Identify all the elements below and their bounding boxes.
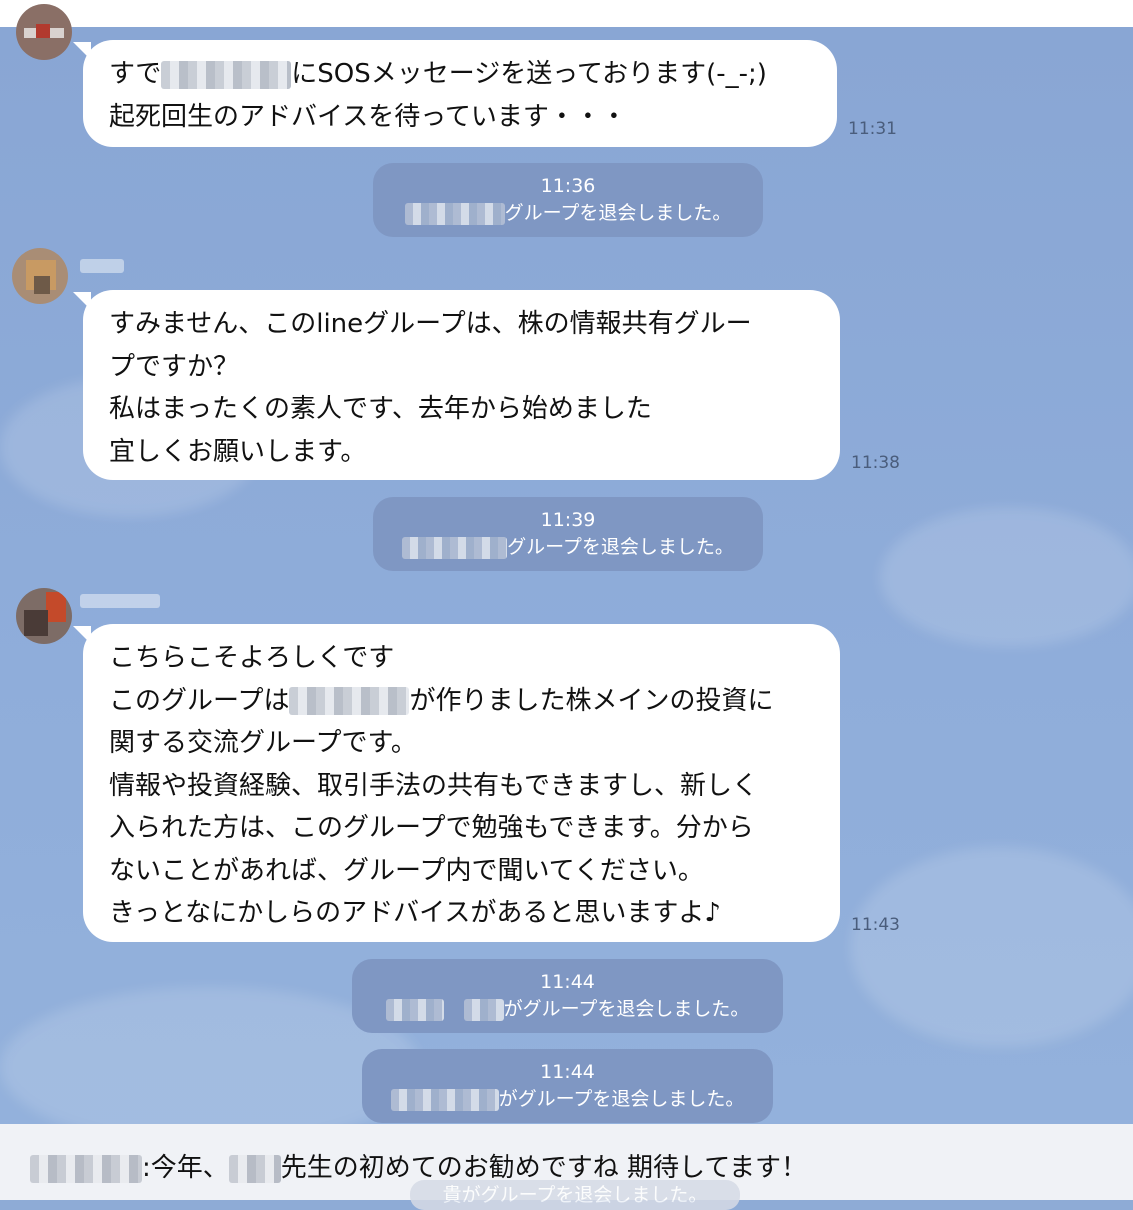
avatar[interactable]: [16, 588, 72, 644]
system-event-time: 11:36: [540, 175, 596, 197]
redacted-name: [404, 202, 505, 225]
system-event-text: がグループを退会しました。: [352, 996, 783, 1023]
background-cloud: [850, 847, 1133, 1047]
system-event-time: 11:44: [540, 971, 595, 993]
message-time: 11:31: [848, 119, 897, 139]
announcement-text: :今年、 先生の初めてのお勧めですね 期待してます！: [30, 1147, 807, 1184]
avatar[interactable]: [12, 248, 68, 304]
message-line: プですか？: [109, 351, 240, 382]
ghost-system-event: 貴がグループを退会しました。: [410, 1180, 740, 1210]
redacted-name: [390, 1088, 499, 1111]
message-bubble[interactable]: こちらこそよろしくです このグループは が作りました株メインの投資に 関する交流グ…: [73, 624, 840, 942]
message-line: 入られた方は、このグループで勉強もできます。分から: [109, 813, 754, 843]
message-line: すで にSOSメッセージを送っております(-_-;): [109, 59, 767, 89]
message-time: 11:43: [851, 915, 900, 935]
system-event: 11:39 グループを退会しました。: [373, 497, 763, 571]
bubble-tail: [73, 626, 91, 644]
message-time: 11:38: [851, 453, 900, 473]
announcement-bar[interactable]: 貴がグループを退会しました。 :今年、 先生の初めてのお勧めですね 期待してます！: [0, 1124, 1133, 1210]
redacted-name: [161, 60, 292, 89]
redacted-name: [30, 1154, 142, 1183]
message-bubble[interactable]: すみません、このlineグループは、株の情報共有グルー プですか？ 私はまったく…: [73, 290, 840, 480]
redacted-name: [402, 536, 508, 559]
redacted-name: [289, 687, 410, 715]
top-bar: [0, 0, 1133, 27]
message-line: 情報や投資経験、取引手法の共有もできますし、新しく: [109, 770, 758, 801]
system-event-time: 11:44: [540, 1061, 595, 1083]
system-event: 11:44 がグループを退会しました。: [352, 959, 783, 1033]
message-line: きっとなにかしらのアドバイスがあると思いますよ♪: [109, 898, 721, 928]
message-line: ないことがあれば、グループ内で聞いてください。: [109, 855, 704, 886]
system-event-text: がグループを退会しました。: [362, 1086, 773, 1113]
message-line: このグループは が作りました株メインの投資に: [109, 685, 774, 716]
avatar[interactable]: [16, 4, 72, 60]
redacted-name: [385, 998, 444, 1021]
bubble-tail: [73, 42, 91, 60]
redacted-name: [228, 1154, 281, 1183]
bubble-tail: [73, 292, 91, 310]
message-line: 私はまったくの素人です、去年から始めました: [109, 394, 652, 424]
background-cloud: [880, 507, 1133, 647]
system-event-time: 11:39: [540, 509, 596, 531]
message-line: こちらこそよろしくです: [109, 643, 395, 673]
system-event-text: グループを退会しました。: [373, 534, 763, 561]
message-line: すみません、このlineグループは、株の情報共有グルー: [109, 309, 752, 339]
sender-name-redacted: [80, 594, 160, 608]
system-event: 11:36 グループを退会しました。: [373, 163, 763, 237]
system-event-text: グループを退会しました。: [373, 200, 763, 227]
message-line: 起死回生のアドバイスを待っています・・・: [109, 101, 627, 132]
sender-name-redacted: [80, 259, 124, 273]
redacted-name: [463, 998, 504, 1021]
message-line: 宜しくお願いします。: [109, 436, 367, 467]
message-line: 関する交流グループです。: [109, 728, 417, 758]
system-event: 11:44 がグループを退会しました。: [362, 1049, 773, 1123]
message-bubble[interactable]: すで にSOSメッセージを送っております(-_-;) 起死回生のアドバイスを待って…: [73, 40, 837, 147]
